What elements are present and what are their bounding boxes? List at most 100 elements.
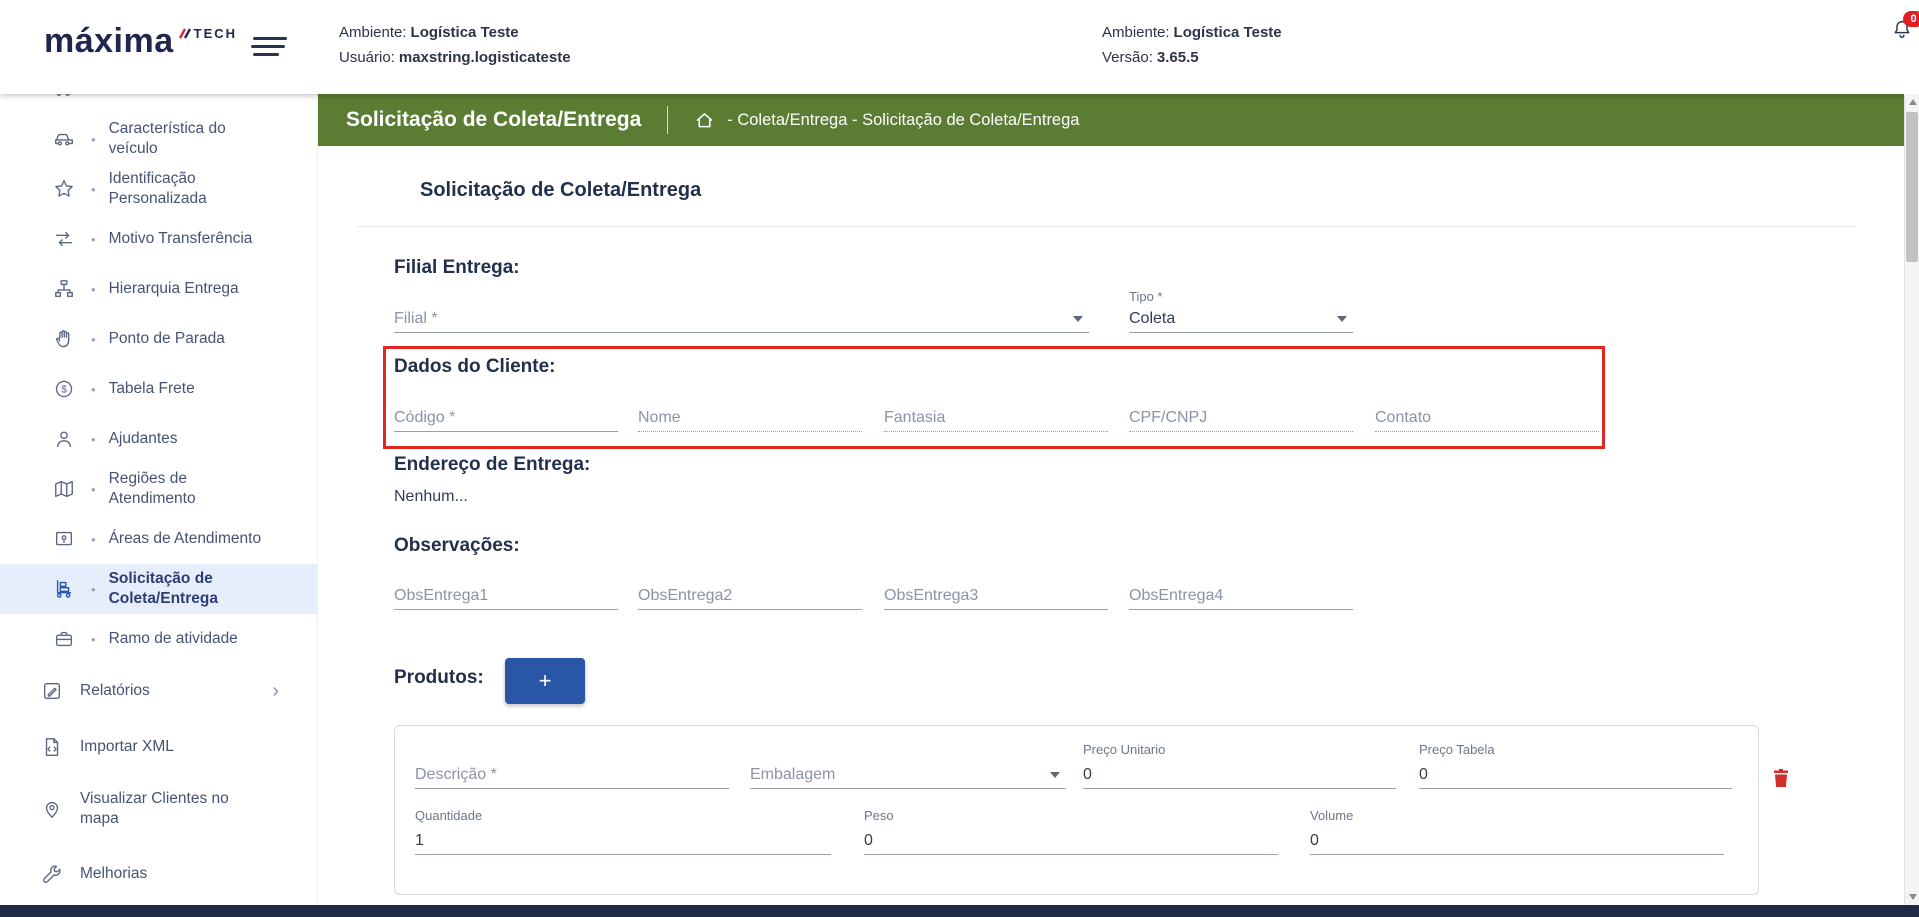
fantasia-field[interactable]	[884, 405, 1108, 432]
scrollbar-down-arrow[interactable]	[1905, 889, 1919, 905]
filial-input[interactable]	[394, 306, 1089, 333]
sidebar-item-ponto-de-parada[interactable]: • Ponto de Parada	[0, 314, 317, 364]
ambiente-value: Logística Teste	[411, 24, 519, 41]
filial-select[interactable]	[394, 306, 1089, 333]
delete-product-trash-icon[interactable]	[1769, 766, 1795, 792]
endereco-heading: Endereço de Entrega:	[394, 454, 590, 476]
quantidade-input[interactable]	[415, 828, 831, 855]
title-divider	[356, 226, 1856, 227]
obs-entrega2-input[interactable]	[638, 583, 862, 610]
observacoes-heading: Observações:	[394, 535, 520, 557]
ambiente-value-2: Logística Teste	[1174, 24, 1282, 41]
codigo-field[interactable]	[394, 405, 618, 432]
embalagem-input[interactable]	[750, 762, 1066, 789]
sidebar-item-ramo-atividade[interactable]: • Ramo de atividade	[0, 614, 317, 664]
usuario-label: Usuário:	[339, 49, 395, 66]
descricao-input[interactable]	[415, 762, 729, 789]
bottom-window-edge	[0, 905, 1919, 917]
endereco-value: Nenhum...	[394, 488, 468, 506]
preco-unitario-field[interactable]	[1083, 762, 1396, 789]
embalagem-select[interactable]	[750, 762, 1066, 789]
notifications-bell-icon[interactable]: 0	[1891, 18, 1915, 42]
sidebar-item-identificacao-personalizada[interactable]: • Identificação Personalizada	[0, 164, 317, 214]
sidebar-item-motivo-transferencia[interactable]: • Motivo Transferência	[0, 214, 317, 264]
environment-info-right: Ambiente:Logística Teste Versão:3.65.5	[1102, 20, 1282, 70]
bullet-icon: •	[91, 582, 96, 597]
brand-text: máxima	[44, 24, 174, 58]
map-pin-icon	[40, 798, 64, 820]
obs-entrega3-field[interactable]	[884, 583, 1108, 610]
hierarchy-icon	[52, 278, 76, 300]
tipo-input[interactable]	[1129, 306, 1353, 333]
nome-field[interactable]	[638, 405, 862, 432]
obs-entrega2-field[interactable]	[638, 583, 862, 610]
cpf-cnpj-input[interactable]	[1129, 405, 1353, 432]
peso-field[interactable]	[864, 828, 1278, 855]
peso-label: Peso	[864, 808, 894, 823]
sidebar-item-ajudantes[interactable]: • Ajudantes	[0, 414, 317, 464]
codigo-input[interactable]	[394, 405, 618, 432]
money-circle-icon: $	[52, 378, 76, 400]
bullet-icon: •	[91, 382, 96, 397]
add-product-button[interactable]: +	[505, 658, 585, 704]
volume-input[interactable]	[1310, 828, 1724, 855]
page-title-bar: Solicitação de Coleta/Entrega - Coleta/E…	[318, 94, 1904, 146]
preco-tabela-label: Preço Tabela	[1419, 742, 1495, 757]
bullet-icon: •	[91, 132, 96, 147]
scrollbar-thumb[interactable]	[1906, 112, 1918, 262]
obs-entrega1-field[interactable]	[394, 583, 618, 610]
person-icon	[52, 428, 76, 450]
truck-icon	[52, 94, 76, 100]
scrollbar-up-arrow[interactable]	[1905, 94, 1919, 110]
sidebar-navigation: • Veículos • Característica do veículo •…	[0, 94, 318, 905]
contato-field[interactable]	[1375, 405, 1599, 432]
cpf-cnpj-field[interactable]	[1129, 405, 1353, 432]
nome-input[interactable]	[638, 405, 862, 432]
preco-tabela-field[interactable]	[1419, 762, 1732, 789]
versao-value: 3.65.5	[1157, 49, 1199, 66]
obs-entrega4-input[interactable]	[1129, 583, 1353, 610]
sidebar-item-tabela-frete[interactable]: $ • Tabela Frete	[0, 364, 317, 414]
fantasia-input[interactable]	[884, 405, 1108, 432]
briefcase-icon	[52, 628, 76, 650]
sidebar-item-melhorias[interactable]: Melhorias	[0, 842, 317, 905]
preco-unitario-input[interactable]	[1083, 762, 1396, 789]
sidebar-item-regioes-atendimento[interactable]: • Regiões de Atendimento	[0, 464, 317, 514]
volume-field[interactable]	[1310, 828, 1724, 855]
sidebar-item-relatorios[interactable]: Relatórios ›	[0, 664, 317, 718]
logo-accent-icon	[178, 26, 192, 45]
bullet-icon: •	[91, 482, 96, 497]
sidebar-item-areas-atendimento[interactable]: • Áreas de Atendimento	[0, 514, 317, 564]
form-title: Solicitação de Coleta/Entrega	[420, 179, 701, 202]
bullet-icon: •	[91, 232, 96, 247]
sidebar-item-visualizar-clientes-mapa[interactable]: Visualizar Clientes no mapa	[0, 776, 317, 842]
tipo-select[interactable]	[1129, 306, 1353, 333]
ambiente-label: Ambiente:	[339, 24, 407, 41]
obs-entrega4-field[interactable]	[1129, 583, 1353, 610]
menu-toggle-icon[interactable]	[251, 37, 287, 59]
tipo-label: Tipo *	[1129, 289, 1162, 304]
bullet-icon: •	[91, 632, 96, 647]
app-window: máxima TECH Ambiente:Logística Teste Usu…	[0, 0, 1919, 917]
sidebar-item-solicitacao-coleta-entrega[interactable]: • Solicitação de Coleta/Entrega	[0, 564, 317, 614]
title-separator	[667, 106, 668, 134]
peso-input[interactable]	[864, 828, 1278, 855]
contato-input[interactable]	[1375, 405, 1599, 432]
sidebar-item-importar-xml[interactable]: Importar XML	[0, 718, 317, 776]
xml-file-icon	[40, 736, 64, 758]
vertical-scrollbar[interactable]	[1904, 94, 1919, 905]
breadcrumb: - Coleta/Entrega - Solicitação de Coleta…	[727, 111, 1079, 130]
sidebar-item-hierarquia-entrega[interactable]: • Hierarquia Entrega	[0, 264, 317, 314]
map-icon	[52, 478, 76, 500]
obs-entrega3-input[interactable]	[884, 583, 1108, 610]
breadcrumb-home-icon[interactable]	[694, 110, 715, 131]
sidebar-item-veiculos[interactable]: • Veículos	[0, 94, 317, 114]
sidebar-item-caracteristica-veiculo[interactable]: • Característica do veículo	[0, 114, 317, 164]
car-icon	[52, 128, 76, 150]
preco-tabela-input[interactable]	[1419, 762, 1732, 789]
maxima-tech-logo: máxima TECH	[44, 24, 237, 58]
environment-info-left: Ambiente:Logística Teste Usuário:maxstri…	[339, 20, 571, 70]
obs-entrega1-input[interactable]	[394, 583, 618, 610]
descricao-field[interactable]	[415, 762, 729, 789]
quantidade-field[interactable]	[415, 828, 831, 855]
